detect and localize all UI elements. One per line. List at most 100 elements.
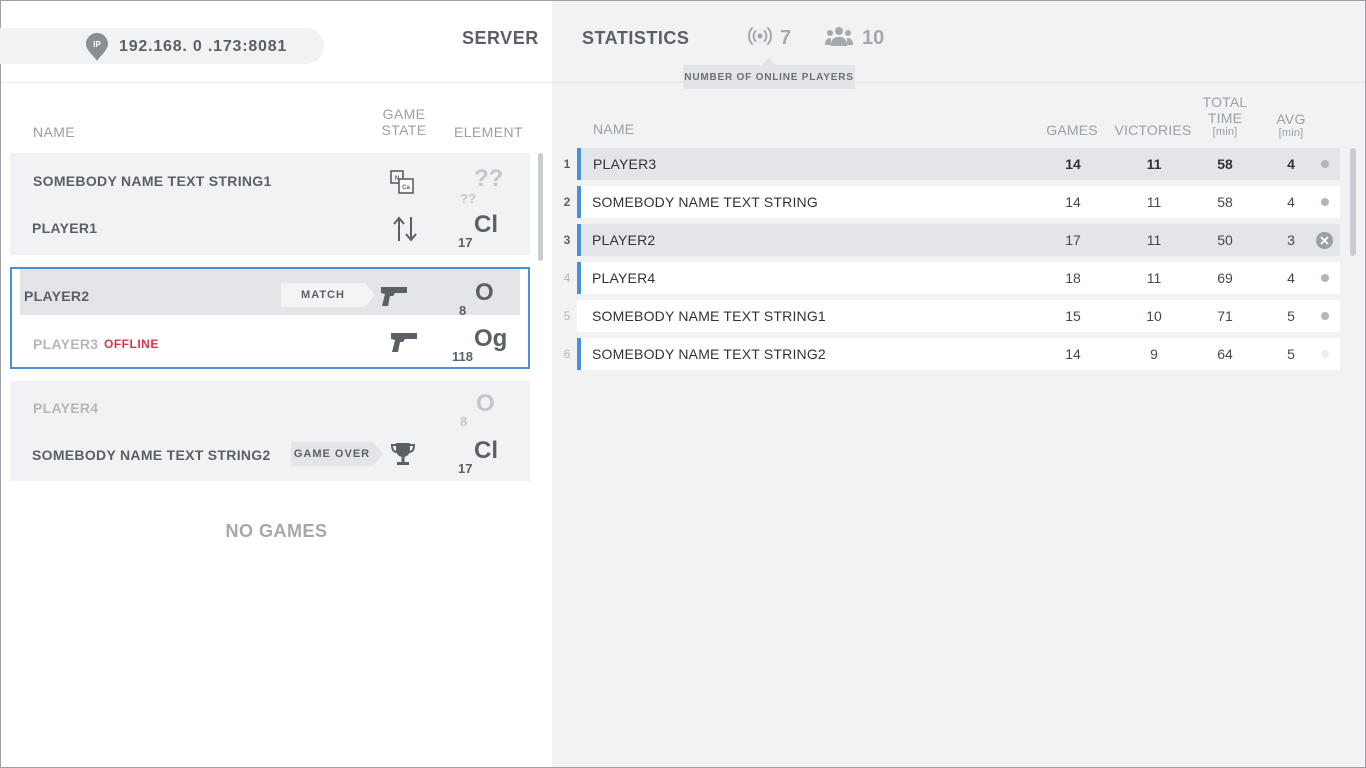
broadcast-signal-icon[interactable]: [748, 26, 772, 46]
users-group-icon[interactable]: [825, 26, 853, 46]
element-badge: Og 118: [452, 325, 522, 365]
statistics-header: STATISTICS 7 10: [552, 1, 1365, 83]
element-badge: ?? ??: [460, 165, 520, 206]
online-status-dot: [1321, 274, 1329, 282]
stats-victories: 11: [1146, 156, 1162, 172]
ip-location-pin-icon: IP: [86, 33, 108, 61]
stats-header-name[interactable]: NAME: [593, 121, 634, 137]
stats-total-time: 58: [1217, 156, 1233, 172]
statistics-panel: STATISTICS 7 10 NUMBER OF ONLINE PLAYERS…: [552, 1, 1365, 767]
element-number: 17: [458, 461, 473, 476]
stats-header-avg-label: AVG: [1276, 111, 1306, 127]
element-badge: O 8: [458, 390, 518, 430]
trophy-icon: [390, 443, 416, 465]
element-symbol: Cl: [474, 211, 498, 238]
row-accent-bar: [577, 186, 581, 218]
stats-header-victories[interactable]: VICTORIES: [1114, 122, 1192, 138]
rank-number: 1: [563, 157, 571, 171]
stats-total-time: 71: [1217, 308, 1233, 324]
row-accent-bar: [577, 148, 581, 180]
remove-player-icon[interactable]: [1316, 232, 1333, 249]
ip-address-text: 192.168. 0 .173:8081: [119, 38, 288, 55]
stats-games: 14: [1065, 156, 1081, 172]
stats-header-avg[interactable]: AVG [min]: [1270, 111, 1312, 139]
no-games-label: NO GAMES: [225, 521, 328, 541]
game-player-row: PLAYER2 MATCH O 8: [20, 269, 520, 318]
stats-victories: 10: [1146, 308, 1162, 324]
game-card[interactable]: SOMEBODY NAME TEXT STRING1 N Ca ?? ?? PL…: [10, 153, 530, 255]
element-number: 17: [458, 235, 473, 250]
swap-arrows-icon: [393, 216, 417, 242]
stats-row[interactable]: SOMEBODY NAME TEXT STRING1 15 10 71 5: [577, 300, 1340, 332]
svg-text:IP: IP: [93, 40, 101, 49]
stats-header-games[interactable]: GAMES: [1044, 122, 1100, 138]
online-players-count: 7: [780, 27, 792, 49]
stats-victories: 11: [1146, 194, 1162, 210]
game-player-row: PLAYER4 O 8: [10, 383, 530, 429]
statistics-scrollbar[interactable]: [1350, 148, 1356, 256]
stats-row[interactable]: PLAYER4 18 11 69 4: [577, 262, 1340, 294]
stats-total-time: 64: [1217, 346, 1233, 362]
rank-number: 6: [563, 347, 571, 361]
total-players-count: 10: [862, 27, 885, 49]
row-accent-bar: [577, 262, 581, 294]
row-accent-bar: [577, 224, 581, 256]
stats-row[interactable]: SOMEBODY NAME TEXT STRING2 14 9 64 5: [577, 338, 1340, 370]
periodic-table-icon: N Ca: [390, 170, 414, 194]
tab-statistics[interactable]: STATISTICS: [582, 28, 689, 49]
column-header-game-state: GAME STATE: [381, 106, 427, 138]
player-name: SOMEBODY NAME TEXT STRING1: [33, 173, 272, 189]
server-panel: IP 192.168. 0 .173:8081 SERVER NAME GAME…: [0, 1, 552, 767]
element-number: 8: [460, 414, 468, 429]
pistol-icon: [391, 333, 417, 352]
pistol-icon: [381, 287, 407, 306]
rank-number: 2: [563, 195, 571, 209]
game-player-row: PLAYER3 OFFLINE Og 118: [12, 321, 528, 367]
match-tag: MATCH: [281, 283, 375, 307]
tab-server[interactable]: SERVER: [462, 28, 539, 49]
stats-header-total-time-unit: [min]: [1212, 126, 1238, 138]
stats-avg: 3: [1287, 232, 1295, 248]
stats-avg: 4: [1287, 156, 1295, 172]
rank-number: 3: [563, 233, 571, 247]
stats-row[interactable]: PLAYER3 14 11 58 4: [577, 148, 1340, 180]
stats-games: 15: [1065, 308, 1081, 324]
game-card-selected[interactable]: PLAYER2 MATCH O 8 PLAYER3 OFFLINE Og 118: [10, 267, 530, 369]
element-badge: O 8: [457, 279, 517, 319]
element-badge: Cl 17: [458, 211, 518, 251]
stats-victories: 9: [1150, 346, 1158, 362]
stats-player-name: PLAYER3: [593, 156, 657, 172]
stats-avg: 5: [1287, 346, 1295, 362]
player-name: PLAYER1: [32, 220, 98, 236]
stats-games: 18: [1065, 270, 1081, 286]
element-number: 118: [452, 349, 473, 364]
online-players-tooltip: NUMBER OF ONLINE PLAYERS: [683, 58, 855, 89]
stats-total-time: 69: [1217, 270, 1233, 286]
stats-victories: 11: [1146, 232, 1162, 248]
game-player-row: PLAYER1 Cl 17: [10, 205, 530, 251]
element-symbol: O: [476, 390, 495, 417]
stats-games: 14: [1065, 346, 1081, 362]
element-number: 8: [459, 303, 467, 318]
online-status-dot: [1321, 160, 1329, 168]
rank-number: 5: [563, 309, 571, 323]
stats-row[interactable]: SOMEBODY NAME TEXT STRING 14 11 58 4: [577, 186, 1340, 218]
player-name: PLAYER3: [33, 336, 99, 352]
stats-row[interactable]: PLAYER2 17 11 50 3: [577, 224, 1340, 256]
stats-player-name: PLAYER2: [592, 232, 656, 248]
column-header-element: ELEMENT: [454, 124, 523, 140]
row-accent-bar: [577, 338, 581, 370]
player-name: SOMEBODY NAME TEXT STRING2: [32, 447, 271, 463]
stats-player-name: SOMEBODY NAME TEXT STRING1: [592, 308, 826, 324]
stats-header-total-time[interactable]: TOTAL TIME [min]: [1198, 94, 1252, 138]
ip-address-pill[interactable]: IP 192.168. 0 .173:8081: [0, 28, 324, 64]
games-scrollbar[interactable]: [538, 153, 543, 261]
element-symbol: ??: [474, 165, 504, 192]
element-badge: Cl 17: [458, 437, 518, 477]
game-card[interactable]: PLAYER4 O 8 SOMEBODY NAME TEXT STRING2 G…: [10, 381, 530, 481]
element-symbol: O: [475, 279, 494, 306]
game-player-row: SOMEBODY NAME TEXT STRING2 GAME OVER Cl …: [10, 431, 530, 477]
stats-avg: 4: [1287, 194, 1295, 210]
offline-status-dot: [1321, 350, 1329, 358]
online-status-dot: [1321, 198, 1329, 206]
